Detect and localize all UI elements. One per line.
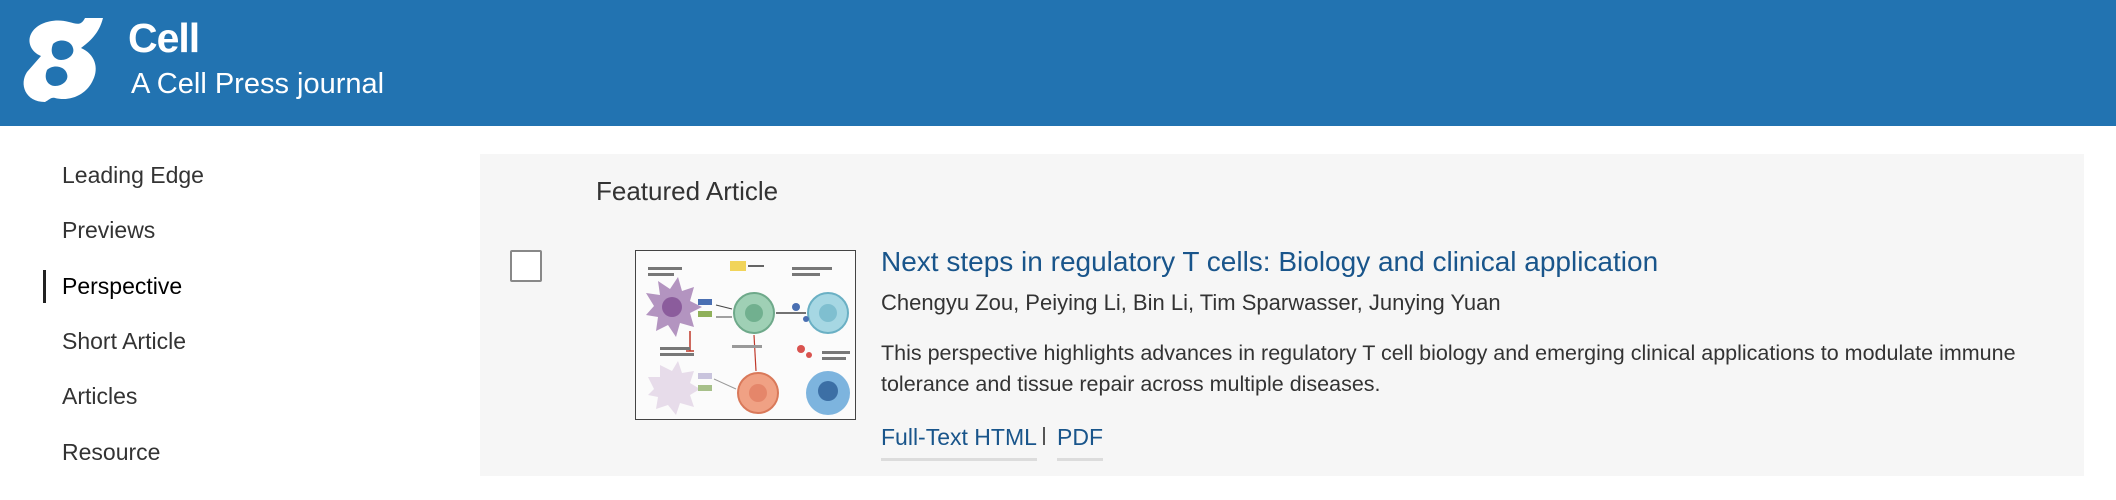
nav-item-short-article[interactable]: Short Article bbox=[62, 326, 186, 356]
cell-press-logo-icon[interactable] bbox=[15, 14, 107, 106]
nav-item-perspective[interactable]: Perspective bbox=[62, 271, 182, 301]
nav-item-previews[interactable]: Previews bbox=[62, 215, 155, 245]
graphical-abstract-image bbox=[636, 251, 855, 419]
nav-item-leading-edge[interactable]: Leading Edge bbox=[62, 160, 204, 190]
featured-article-panel: Featured Article Next steps in regulator… bbox=[480, 154, 2084, 476]
select-article-checkbox[interactable] bbox=[510, 250, 542, 282]
nav-item-resource[interactable]: Resource bbox=[62, 437, 160, 467]
article-title-link[interactable]: Next steps in regulatory T cells: Biolog… bbox=[881, 244, 1658, 280]
journal-name[interactable]: Cell bbox=[128, 12, 200, 64]
graphical-abstract-thumbnail[interactable] bbox=[635, 250, 856, 420]
active-indicator bbox=[43, 270, 46, 303]
pdf-link[interactable]: PDF bbox=[1057, 422, 1103, 461]
article-type-nav: Leading Edge Previews Perspective Short … bbox=[0, 126, 470, 500]
article-summary: This perspective highlights advances in … bbox=[881, 341, 2016, 396]
full-text-html-link[interactable]: Full-Text HTML bbox=[881, 422, 1037, 461]
nav-item-articles[interactable]: Articles bbox=[62, 381, 137, 411]
featured-heading: Featured Article bbox=[596, 176, 779, 206]
journal-tagline: A Cell Press journal bbox=[131, 68, 385, 100]
site-header: Cell A Cell Press journal bbox=[0, 0, 2116, 126]
link-separator bbox=[1043, 427, 1045, 445]
article-authors: Chengyu Zou, Peiying Li, Bin Li, Tim Spa… bbox=[881, 290, 1501, 315]
